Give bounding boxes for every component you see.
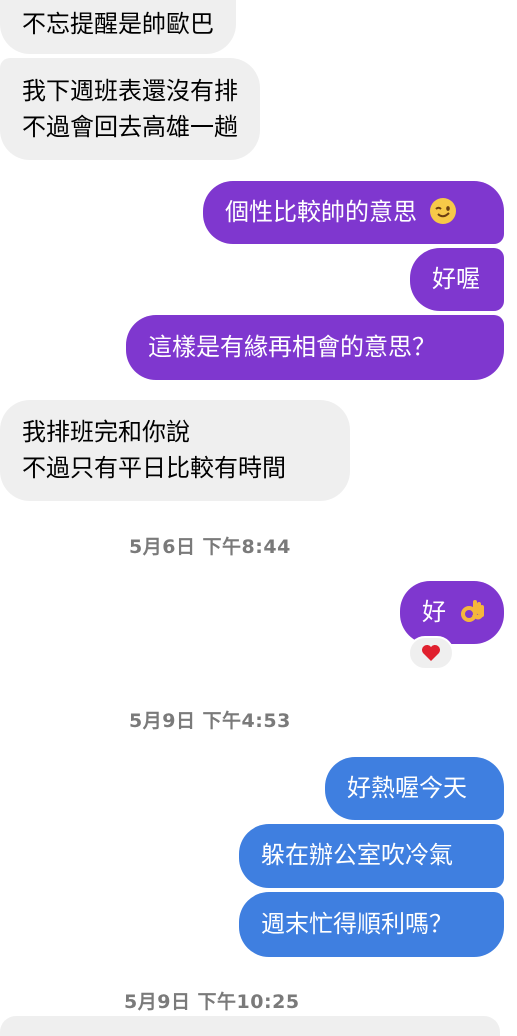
- outgoing-message[interactable]: 好熱喔今天: [325, 757, 504, 820]
- outgoing-message[interactable]: 好喔: [410, 248, 504, 311]
- message-text-line: 不過會回去高雄一趟: [22, 113, 238, 141]
- timestamp: 5月6日 下午8:44: [129, 536, 291, 558]
- outgoing-message[interactable]: 這樣是有緣再相會的意思？: [126, 315, 504, 380]
- reaction-badge[interactable]: [408, 636, 454, 670]
- incoming-message-partial[interactable]: [0, 1016, 500, 1036]
- outgoing-message[interactable]: 週末忙得順利嗎？: [239, 892, 504, 957]
- message-text: 好熱喔今天: [347, 774, 467, 802]
- message-text: 好喔: [432, 265, 480, 293]
- message-text-line: 不過只有平日比較有時間: [22, 454, 286, 482]
- message-text: 這樣是有緣再相會的意思？: [148, 333, 436, 361]
- message-text: 週末忙得順利嗎？: [261, 910, 453, 938]
- message-text-line: 我排班完和你說: [22, 418, 190, 446]
- winking-face-emoji: [429, 198, 456, 224]
- timestamp: 5月9日 下午10:25: [124, 991, 300, 1013]
- ok-hand-emoji: [460, 600, 484, 622]
- outgoing-message[interactable]: 好: [400, 581, 504, 644]
- message-text-line: 我下週班表還沒有排: [22, 77, 238, 105]
- incoming-message[interactable]: 不忘提醒是帥歐巴: [0, 0, 236, 54]
- message-text: 不忘提醒是帥歐巴: [22, 10, 214, 38]
- red-heart-icon: [422, 645, 440, 661]
- timestamp: 5月9日 下午4:53: [129, 710, 291, 732]
- message-text: 躲在辦公室吹冷氣: [261, 841, 453, 869]
- incoming-message[interactable]: 我下週班表還沒有排 不過會回去高雄一趟: [0, 58, 260, 160]
- message-text: 個性比較帥的意思: [225, 198, 417, 226]
- message-text: 好: [422, 598, 446, 626]
- incoming-message[interactable]: 我排班完和你說 不過只有平日比較有時間: [0, 400, 350, 501]
- outgoing-message[interactable]: 躲在辦公室吹冷氣: [239, 824, 504, 888]
- outgoing-message[interactable]: 個性比較帥的意思: [203, 181, 504, 244]
